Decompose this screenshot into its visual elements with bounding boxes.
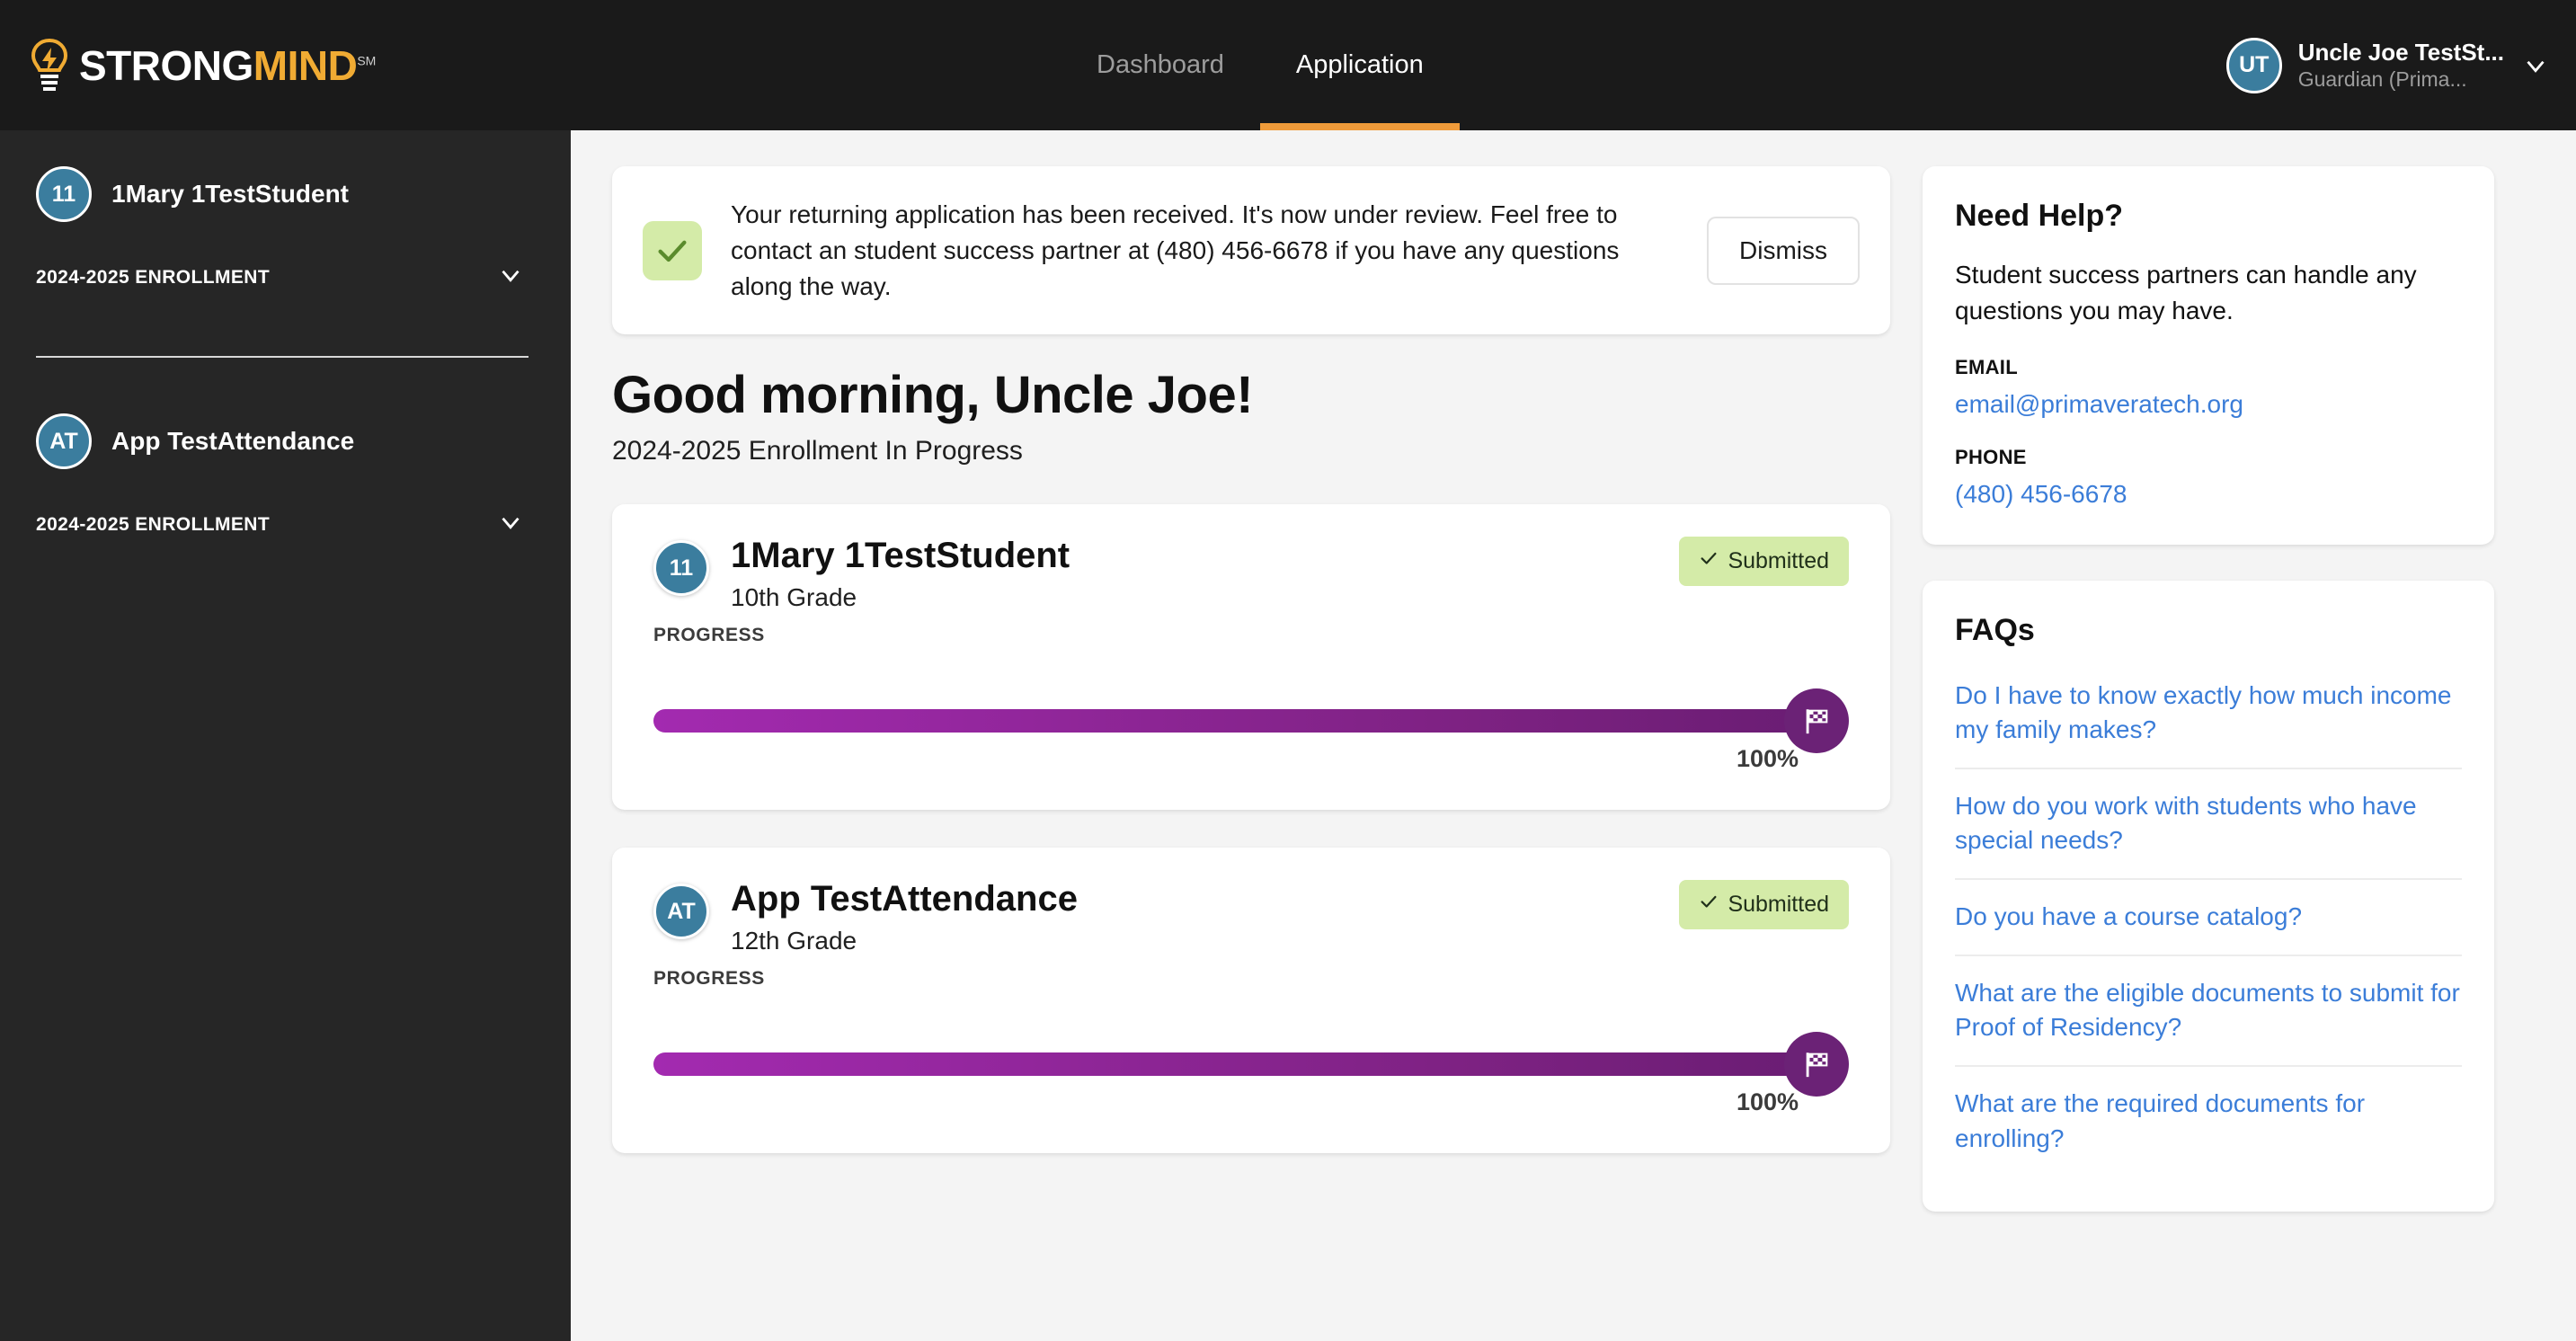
- sidebar-enrollment-toggle-2[interactable]: 2024-2025 ENROLLMENT: [36, 507, 529, 542]
- faq-link[interactable]: How do you work with students who have s…: [1955, 769, 2462, 880]
- faqs-title: FAQs: [1955, 612, 2035, 647]
- chevron-down-icon[interactable]: [2520, 50, 2551, 81]
- student-grade: 10th Grade: [731, 583, 857, 612]
- lightbulb-icon: [29, 38, 70, 93]
- chevron-down-icon[interactable]: [495, 260, 526, 295]
- progress-percent: 100%: [1736, 745, 1799, 773]
- left-column: Your returning application has been rece…: [612, 166, 1890, 1341]
- main-content: Your returning application has been rece…: [571, 130, 2576, 1341]
- email-label: EMAIL: [1955, 355, 2018, 378]
- checkered-flag-icon: [1784, 688, 1849, 754]
- avatar: UT: [2225, 37, 2282, 93]
- status-badge: Submitted: [1679, 880, 1849, 930]
- progress-bar: 100%: [653, 1032, 1849, 1116]
- student-name: 1Mary 1TestStudent: [731, 536, 1070, 576]
- status-badge-label: Submitted: [1728, 548, 1829, 574]
- sidebar-student-header[interactable]: AT App TestAttendance: [36, 413, 529, 469]
- student-card-header: AT App TestAttendance 12th Grade Submitt…: [653, 878, 1849, 955]
- user-meta: Uncle Joe TestSt... Guardian (Prima...: [2298, 38, 2504, 93]
- student-application-card[interactable]: 11 1Mary 1TestStudent 10th Grade Submitt…: [612, 504, 1890, 811]
- logo-sm-mark: SM: [357, 53, 377, 68]
- avatar: 11: [36, 166, 92, 222]
- check-icon: [643, 220, 702, 280]
- logo-mind-text: MIND: [253, 41, 358, 89]
- progress-label: PROGRESS: [653, 625, 765, 646]
- dismiss-button[interactable]: Dismiss: [1707, 216, 1860, 285]
- sidebar-student-name: 1Mary 1TestStudent: [111, 180, 349, 208]
- sidebar-divider: [36, 356, 529, 358]
- need-help-body: Student success partners can handle any …: [1955, 261, 2417, 324]
- sidebar: 11 1Mary 1TestStudent 2024-2025 ENROLLME…: [0, 130, 571, 1341]
- sidebar-enrollment-label: 2024-2025 ENROLLMENT: [36, 513, 271, 535]
- student-grade: 12th Grade: [731, 927, 857, 955]
- sidebar-student-1: 11 1Mary 1TestStudent 2024-2025 ENROLLME…: [36, 166, 529, 295]
- chevron-down-icon[interactable]: [495, 507, 526, 542]
- main-nav: Dashboard Application: [1061, 0, 1460, 130]
- avatar: AT: [653, 884, 709, 940]
- page-body: 11 1Mary 1TestStudent 2024-2025 ENROLLME…: [0, 130, 2576, 1341]
- page-title: Good morning, Uncle Joe!: [612, 366, 1254, 425]
- faq-link[interactable]: What are the eligible documents to submi…: [1955, 956, 2462, 1067]
- logo-wordmark: STRONGMINDSM: [79, 45, 376, 86]
- status-badge: Submitted: [1679, 537, 1849, 587]
- faq-list: Do I have to know exactly how much incom…: [1955, 671, 2462, 1177]
- progress-label: PROGRESS: [653, 968, 765, 990]
- faq-link[interactable]: What are the required documents for enro…: [1955, 1067, 2462, 1176]
- student-application-card[interactable]: AT App TestAttendance 12th Grade Submitt…: [612, 848, 1890, 1154]
- sidebar-student-2: AT App TestAttendance 2024-2025 ENROLLME…: [36, 413, 529, 542]
- right-rail: Need Help? Student success partners can …: [1923, 166, 2494, 1341]
- avatar: AT: [36, 413, 92, 469]
- user-menu[interactable]: UT Uncle Joe TestSt... Guardian (Prima..…: [2225, 37, 2551, 93]
- status-alert-banner: Your returning application has been rece…: [612, 166, 1890, 335]
- need-help-title: Need Help?: [1955, 199, 2124, 233]
- student-identity: App TestAttendance 12th Grade: [731, 878, 1657, 955]
- student-name: App TestAttendance: [731, 879, 1078, 919]
- page-subtitle: 2024-2025 Enrollment In Progress: [612, 436, 1023, 466]
- logo-strong-text: STRONG: [79, 41, 253, 89]
- checkered-flag-icon: [1784, 1032, 1849, 1097]
- progress-bar-fill: [653, 1052, 1799, 1077]
- sidebar-student-name: App TestAttendance: [111, 427, 355, 455]
- sidebar-student-header[interactable]: 11 1Mary 1TestStudent: [36, 166, 529, 222]
- avatar: 11: [653, 540, 709, 597]
- nav-item-dashboard[interactable]: Dashboard: [1061, 0, 1260, 130]
- progress-percent: 100%: [1736, 1088, 1799, 1116]
- email-link[interactable]: email@primaveratech.org: [1955, 390, 2462, 419]
- faq-link[interactable]: Do I have to know exactly how much incom…: [1955, 671, 2462, 769]
- sidebar-enrollment-toggle-1[interactable]: 2024-2025 ENROLLMENT: [36, 260, 529, 295]
- top-header: STRONGMINDSM Dashboard Application UT Un…: [0, 0, 2576, 130]
- student-identity: 1Mary 1TestStudent 10th Grade: [731, 535, 1657, 612]
- progress-bar-fill: [653, 709, 1799, 733]
- application-root: STRONGMINDSM Dashboard Application UT Un…: [0, 0, 2576, 1341]
- faqs-card: FAQs Do I have to know exactly how much …: [1923, 580, 2494, 1212]
- status-badge-label: Submitted: [1728, 892, 1829, 918]
- check-icon: [1699, 892, 1719, 918]
- user-name: Uncle Joe TestSt...: [2297, 38, 2504, 66]
- need-help-card: Need Help? Student success partners can …: [1923, 166, 2494, 545]
- check-icon: [1699, 548, 1719, 574]
- phone-link[interactable]: (480) 456-6678: [1955, 480, 2462, 509]
- student-card-header: 11 1Mary 1TestStudent 10th Grade Submitt…: [653, 535, 1849, 612]
- nav-item-application[interactable]: Application: [1259, 0, 1460, 130]
- user-role: Guardian (Prima...: [2297, 67, 2467, 92]
- brand-logo[interactable]: STRONGMINDSM: [0, 38, 571, 93]
- alert-message: Your returning application has been rece…: [731, 200, 1620, 300]
- progress-bar: 100%: [653, 688, 1849, 773]
- sidebar-enrollment-label: 2024-2025 ENROLLMENT: [36, 266, 271, 288]
- faq-link[interactable]: Do you have a course catalog?: [1955, 880, 2462, 956]
- phone-label: PHONE: [1955, 445, 2027, 468]
